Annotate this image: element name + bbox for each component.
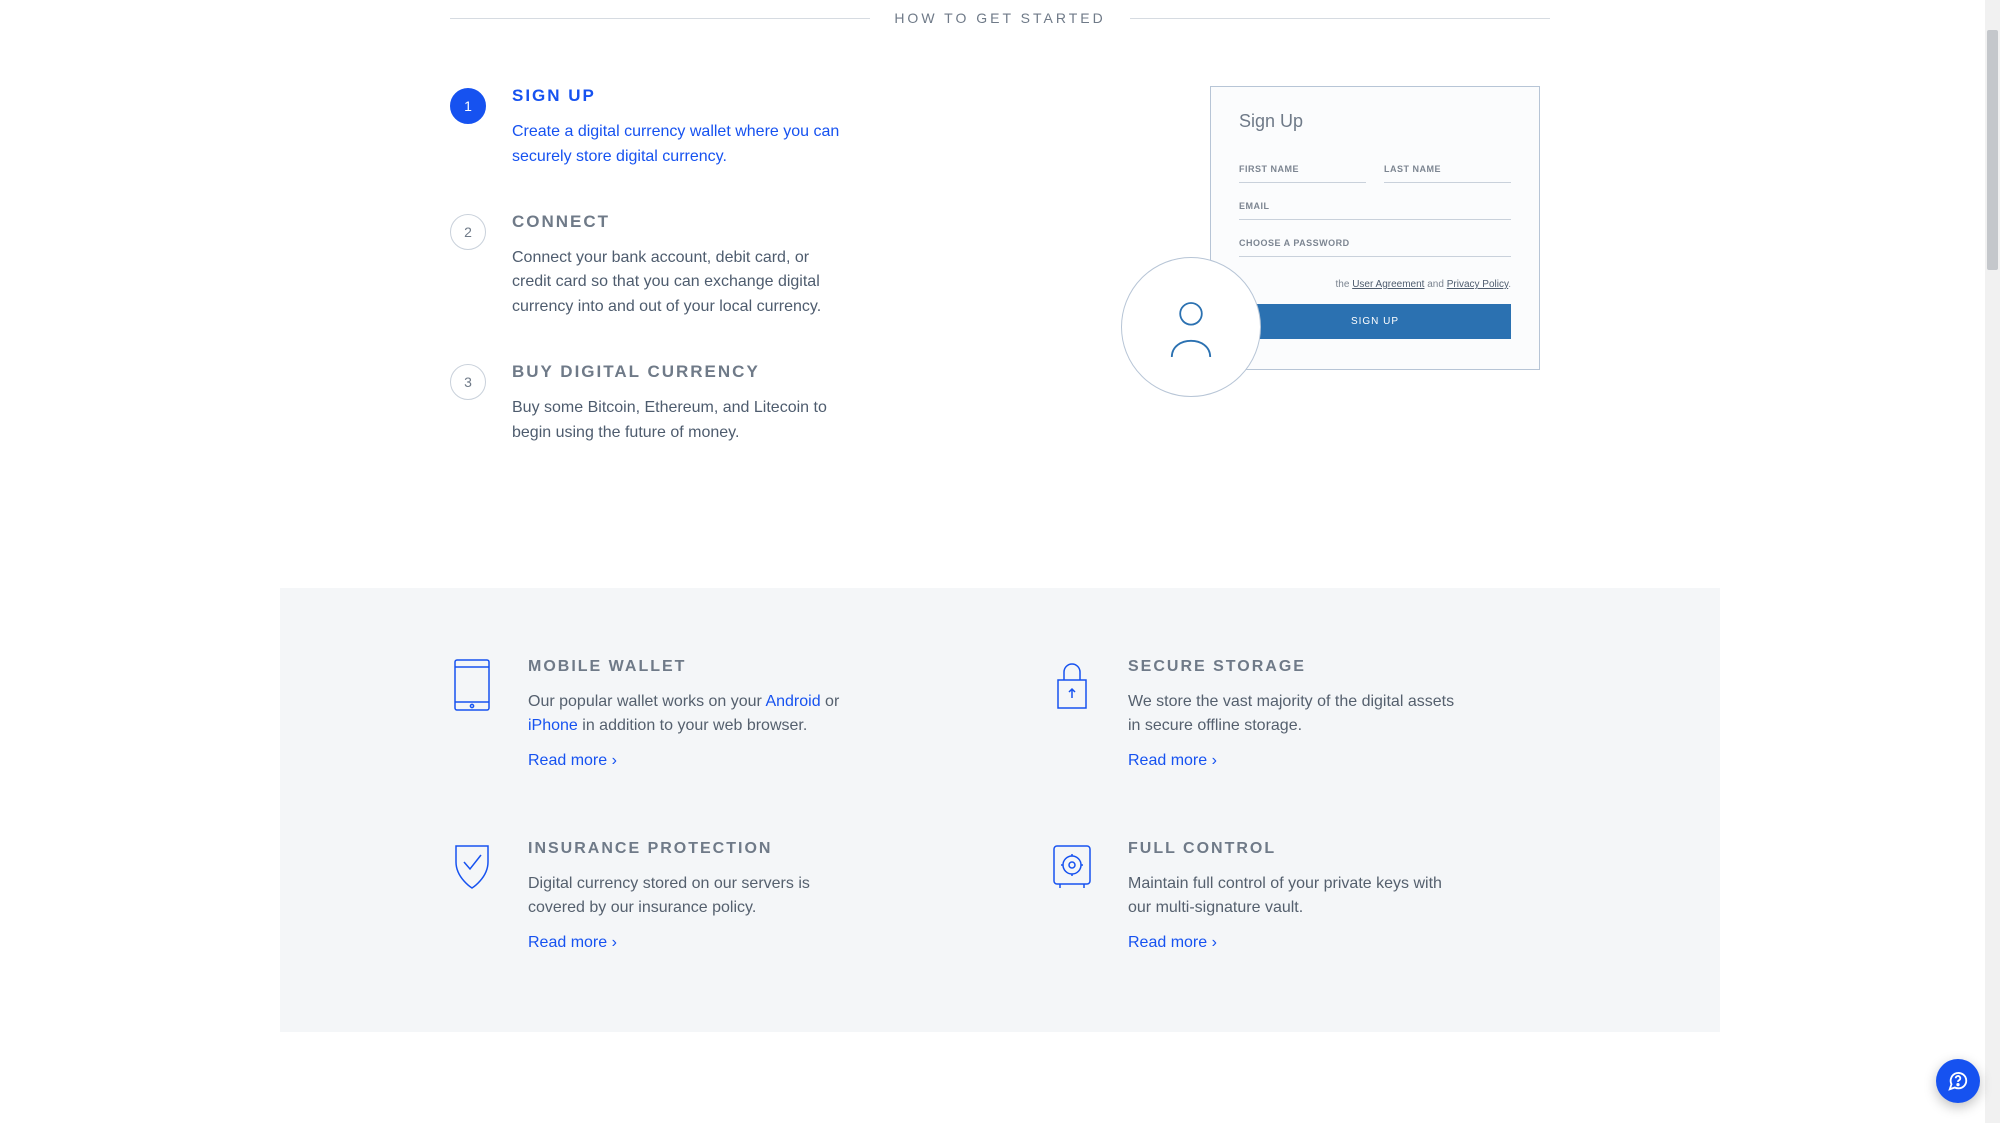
vault-icon: [1050, 840, 1094, 952]
user-agreement-link: User Agreement: [1352, 279, 1424, 290]
read-more-link[interactable]: Read more ›: [528, 752, 617, 770]
step-title: SIGN UP: [512, 86, 852, 106]
privacy-policy-link: Privacy Policy: [1447, 279, 1509, 290]
step-connect[interactable]: 2 CONNECT Connect your bank account, deb…: [450, 212, 970, 320]
step-buy[interactable]: 3 BUY DIGITAL CURRENCY Buy some Bitcoin,…: [450, 362, 970, 446]
page-scrollbar[interactable]: [1985, 0, 2000, 1123]
feature-desc: Digital currency stored on our servers i…: [528, 872, 868, 920]
person-icon: [1121, 257, 1261, 397]
feature-title: INSURANCE PROTECTION: [528, 840, 868, 858]
signup-title: Sign Up: [1239, 111, 1511, 132]
email-field: EMAIL: [1239, 183, 1511, 220]
feature-full-control: FULL CONTROL Maintain full control of yo…: [1050, 840, 1550, 952]
steps-list: 1 SIGN UP Create a digital currency wall…: [450, 86, 970, 488]
first-name-field: FIRST NAME: [1239, 146, 1366, 183]
read-more-link[interactable]: Read more ›: [1128, 752, 1217, 770]
tablet-icon: [450, 658, 494, 770]
section-title: HOW TO GET STARTED: [870, 10, 1129, 26]
feature-desc: Our popular wallet works on your Android…: [528, 690, 868, 738]
signup-form-mock: Sign Up FIRST NAME LAST NAME EMAIL CHOOS…: [1210, 86, 1540, 370]
shield-check-icon: [450, 840, 494, 952]
feature-secure-storage: SECURE STORAGE We store the vast majorit…: [1050, 658, 1550, 770]
read-more-link[interactable]: Read more ›: [1128, 934, 1217, 952]
section-divider: HOW TO GET STARTED: [450, 10, 1550, 26]
step-title: CONNECT: [512, 212, 852, 232]
help-chat-button[interactable]: [1936, 1059, 1980, 1103]
feature-mobile-wallet: MOBILE WALLET Our popular wallet works o…: [450, 658, 950, 770]
read-more-link[interactable]: Read more ›: [528, 934, 617, 952]
last-name-field: LAST NAME: [1384, 146, 1511, 183]
feature-desc: Maintain full control of your private ke…: [1128, 872, 1468, 920]
consent-text: the User Agreement and Privacy Policy.: [1239, 279, 1511, 290]
feature-title: SECURE STORAGE: [1128, 658, 1468, 676]
lock-icon: [1050, 658, 1094, 770]
password-field: CHOOSE A PASSWORD: [1239, 220, 1511, 257]
step-number: 3: [450, 364, 486, 400]
feature-desc: We store the vast majority of the digita…: [1128, 690, 1468, 738]
step-desc: Buy some Bitcoin, Ethereum, and Litecoin…: [512, 396, 852, 446]
iphone-link[interactable]: iPhone: [528, 717, 578, 734]
feature-title: MOBILE WALLET: [528, 658, 868, 676]
step-number: 1: [450, 88, 486, 124]
signup-button-mock: SIGN UP: [1239, 304, 1511, 339]
step-desc: Connect your bank account, debit card, o…: [512, 246, 852, 320]
step-desc: Create a digital currency wallet where y…: [512, 120, 852, 170]
feature-insurance: INSURANCE PROTECTION Digital currency st…: [450, 840, 950, 952]
step-number: 2: [450, 214, 486, 250]
step-title: BUY DIGITAL CURRENCY: [512, 362, 852, 382]
android-link[interactable]: Android: [765, 693, 820, 710]
step-signup[interactable]: 1 SIGN UP Create a digital currency wall…: [450, 86, 970, 170]
feature-title: FULL CONTROL: [1128, 840, 1468, 858]
